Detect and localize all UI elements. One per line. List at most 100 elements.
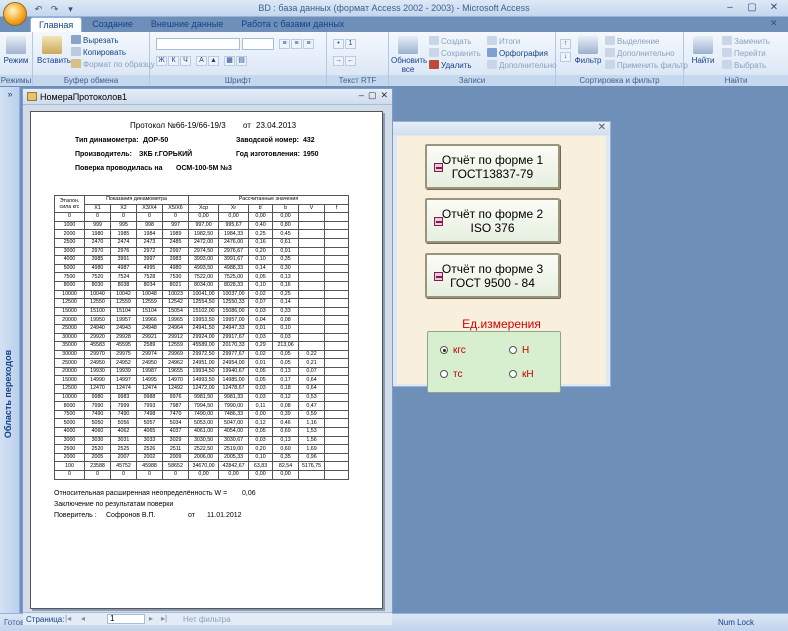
table-cell: [324, 220, 350, 231]
table-cell: 2009: [161, 452, 190, 463]
prev-page-icon[interactable]: ◂: [81, 614, 85, 623]
goto-icon: [722, 48, 732, 57]
num-lock-indicator: Num Lock: [717, 618, 754, 627]
outdent-icon[interactable]: ←: [345, 56, 356, 66]
goto-button[interactable]: Перейти: [722, 48, 766, 59]
table-cell: 5057: [136, 418, 163, 429]
report-form-1-button[interactable]: Отчёт по форме 1 ГОСТ13837-79: [425, 144, 560, 189]
table-cell: 2473: [136, 237, 163, 248]
italic-icon[interactable]: К: [168, 56, 179, 66]
report-maximize-button[interactable]: ▢: [368, 90, 377, 101]
refresh-all-button[interactable]: Обновить все: [391, 36, 427, 74]
document-close-icon[interactable]: ✕: [770, 18, 780, 28]
unit-radio-kgf[interactable]: кгс: [440, 345, 466, 356]
unit-radio-n[interactable]: Н: [509, 345, 529, 356]
table-cell: 12500: [54, 298, 85, 308]
maximize-button[interactable]: ▢: [742, 1, 762, 15]
bullets-icon[interactable]: •: [333, 39, 344, 49]
alt-fill-icon[interactable]: ▤: [236, 56, 247, 66]
delete-record-button[interactable]: Удалить: [429, 60, 472, 71]
table-cell: [324, 418, 350, 429]
bold-icon[interactable]: Ж: [156, 56, 167, 66]
align-center-icon[interactable]: ≡: [291, 39, 302, 49]
close-button[interactable]: ✕: [764, 1, 784, 15]
font-color-icon[interactable]: A: [196, 56, 207, 66]
page-number-input[interactable]: 1: [107, 614, 145, 624]
report-form-3-button[interactable]: Отчёт по форме 3 ГОСТ 9500 - 84: [425, 253, 560, 298]
paste-button[interactable]: Вставить: [37, 36, 71, 65]
table-cell: 2500: [54, 444, 85, 454]
table-cell: 24964: [161, 323, 190, 334]
form-close-button[interactable]: ✕: [598, 122, 606, 133]
first-page-icon[interactable]: |◂: [65, 614, 71, 623]
selection-filter-button[interactable]: Выделение: [605, 36, 659, 47]
totals-button[interactable]: Итоги: [487, 36, 520, 47]
cut-button[interactable]: Вырезать: [71, 35, 119, 46]
table-cell: [324, 384, 350, 394]
underline-icon[interactable]: Ч: [180, 56, 191, 66]
fill-color-icon[interactable]: ▲: [208, 56, 219, 66]
customize-qat-icon[interactable]: ▾: [64, 3, 77, 15]
table-cell: 7522,00: [188, 272, 220, 282]
unit-radio-kn[interactable]: кН: [509, 369, 534, 380]
tab-database-tools[interactable]: Работа с базами данных: [233, 17, 352, 32]
table-cell: 2589: [136, 341, 163, 351]
no-filter-indicator[interactable]: Нет фильтра: [183, 615, 231, 624]
navigation-pane[interactable]: » Область переходов: [0, 87, 20, 613]
records-more-button[interactable]: Дополнительно: [487, 60, 557, 71]
apply-filter-button[interactable]: Применить фильтр: [605, 60, 688, 71]
table-row: 2500 2520 2525 2526 2511 2522,50 2519,00 0,20 0,…: [54, 444, 350, 454]
spelling-icon: [487, 48, 497, 57]
table-row: 5000 4980 4987 4995 4980 4993,50 4988,33 0,14 0,…: [54, 263, 350, 274]
unit-radio-tf[interactable]: тс: [440, 369, 462, 380]
col-header: V: [298, 203, 326, 214]
table-cell: [298, 280, 326, 291]
align-right-icon[interactable]: ≡: [303, 39, 314, 49]
last-page-icon[interactable]: ▸|: [161, 614, 167, 623]
spelling-button[interactable]: Орфография: [487, 48, 548, 59]
view-button[interactable]: Режим: [3, 36, 29, 65]
advanced-filter-button[interactable]: Дополнительно: [605, 48, 675, 59]
align-left-icon[interactable]: ≡: [279, 39, 290, 49]
table-cell: [298, 246, 326, 257]
indent-icon[interactable]: →: [333, 56, 344, 66]
expand-nav-icon[interactable]: »: [3, 89, 17, 101]
save-record-button[interactable]: Сохранить: [429, 48, 481, 59]
new-record-button[interactable]: Создать: [429, 36, 471, 47]
numbering-icon[interactable]: 1: [345, 39, 356, 49]
sort-descending-icon[interactable]: ↓: [560, 52, 571, 62]
sort-ascending-icon[interactable]: ↑: [560, 39, 571, 49]
new-record-icon: [429, 36, 439, 45]
table-cell: 0,30: [272, 263, 300, 274]
table-cell: [324, 212, 350, 222]
redo-icon[interactable]: ↷: [48, 3, 61, 15]
undo-icon[interactable]: ↶: [32, 3, 45, 15]
tab-external-data[interactable]: Внешние данные: [143, 17, 231, 32]
table-cell: 14990: [84, 375, 111, 386]
copy-button[interactable]: Копировать: [71, 47, 126, 58]
table-cell: 998: [136, 220, 163, 231]
gridlines-icon[interactable]: ▦: [224, 56, 235, 66]
table-row: 4000 4060 4062 4065 4037 4061,00 4054,00 0,05 0,…: [54, 427, 350, 437]
filter-button[interactable]: Фильтр: [573, 36, 603, 65]
col-header: Xr: [218, 203, 250, 214]
font-size-combo[interactable]: [242, 38, 274, 50]
table-cell: 12559: [110, 298, 137, 308]
table-cell: 5053,00: [188, 418, 220, 429]
tab-home[interactable]: Главная: [30, 17, 83, 32]
office-button[interactable]: [3, 2, 27, 26]
next-page-icon[interactable]: ▸: [149, 614, 153, 623]
report-close-button[interactable]: ✕: [380, 90, 388, 101]
verify-machine: ОСМ-100-5М №3: [176, 165, 232, 172]
select-button[interactable]: Выбрать: [722, 60, 766, 71]
format-painter-button[interactable]: Формат по образцу: [71, 59, 155, 70]
table-cell: 4060: [84, 427, 111, 437]
font-name-combo[interactable]: [156, 38, 240, 50]
replace-button[interactable]: Заменить: [722, 36, 770, 47]
find-button[interactable]: Найти: [688, 36, 718, 65]
tab-create[interactable]: Создание: [84, 17, 141, 32]
table-cell: 12542: [161, 298, 190, 308]
minimize-button[interactable]: –: [720, 1, 740, 15]
report-form-2-button[interactable]: Отчёт по форме 2 ISO 376: [425, 198, 560, 243]
report-minimize-button[interactable]: –: [359, 90, 364, 101]
